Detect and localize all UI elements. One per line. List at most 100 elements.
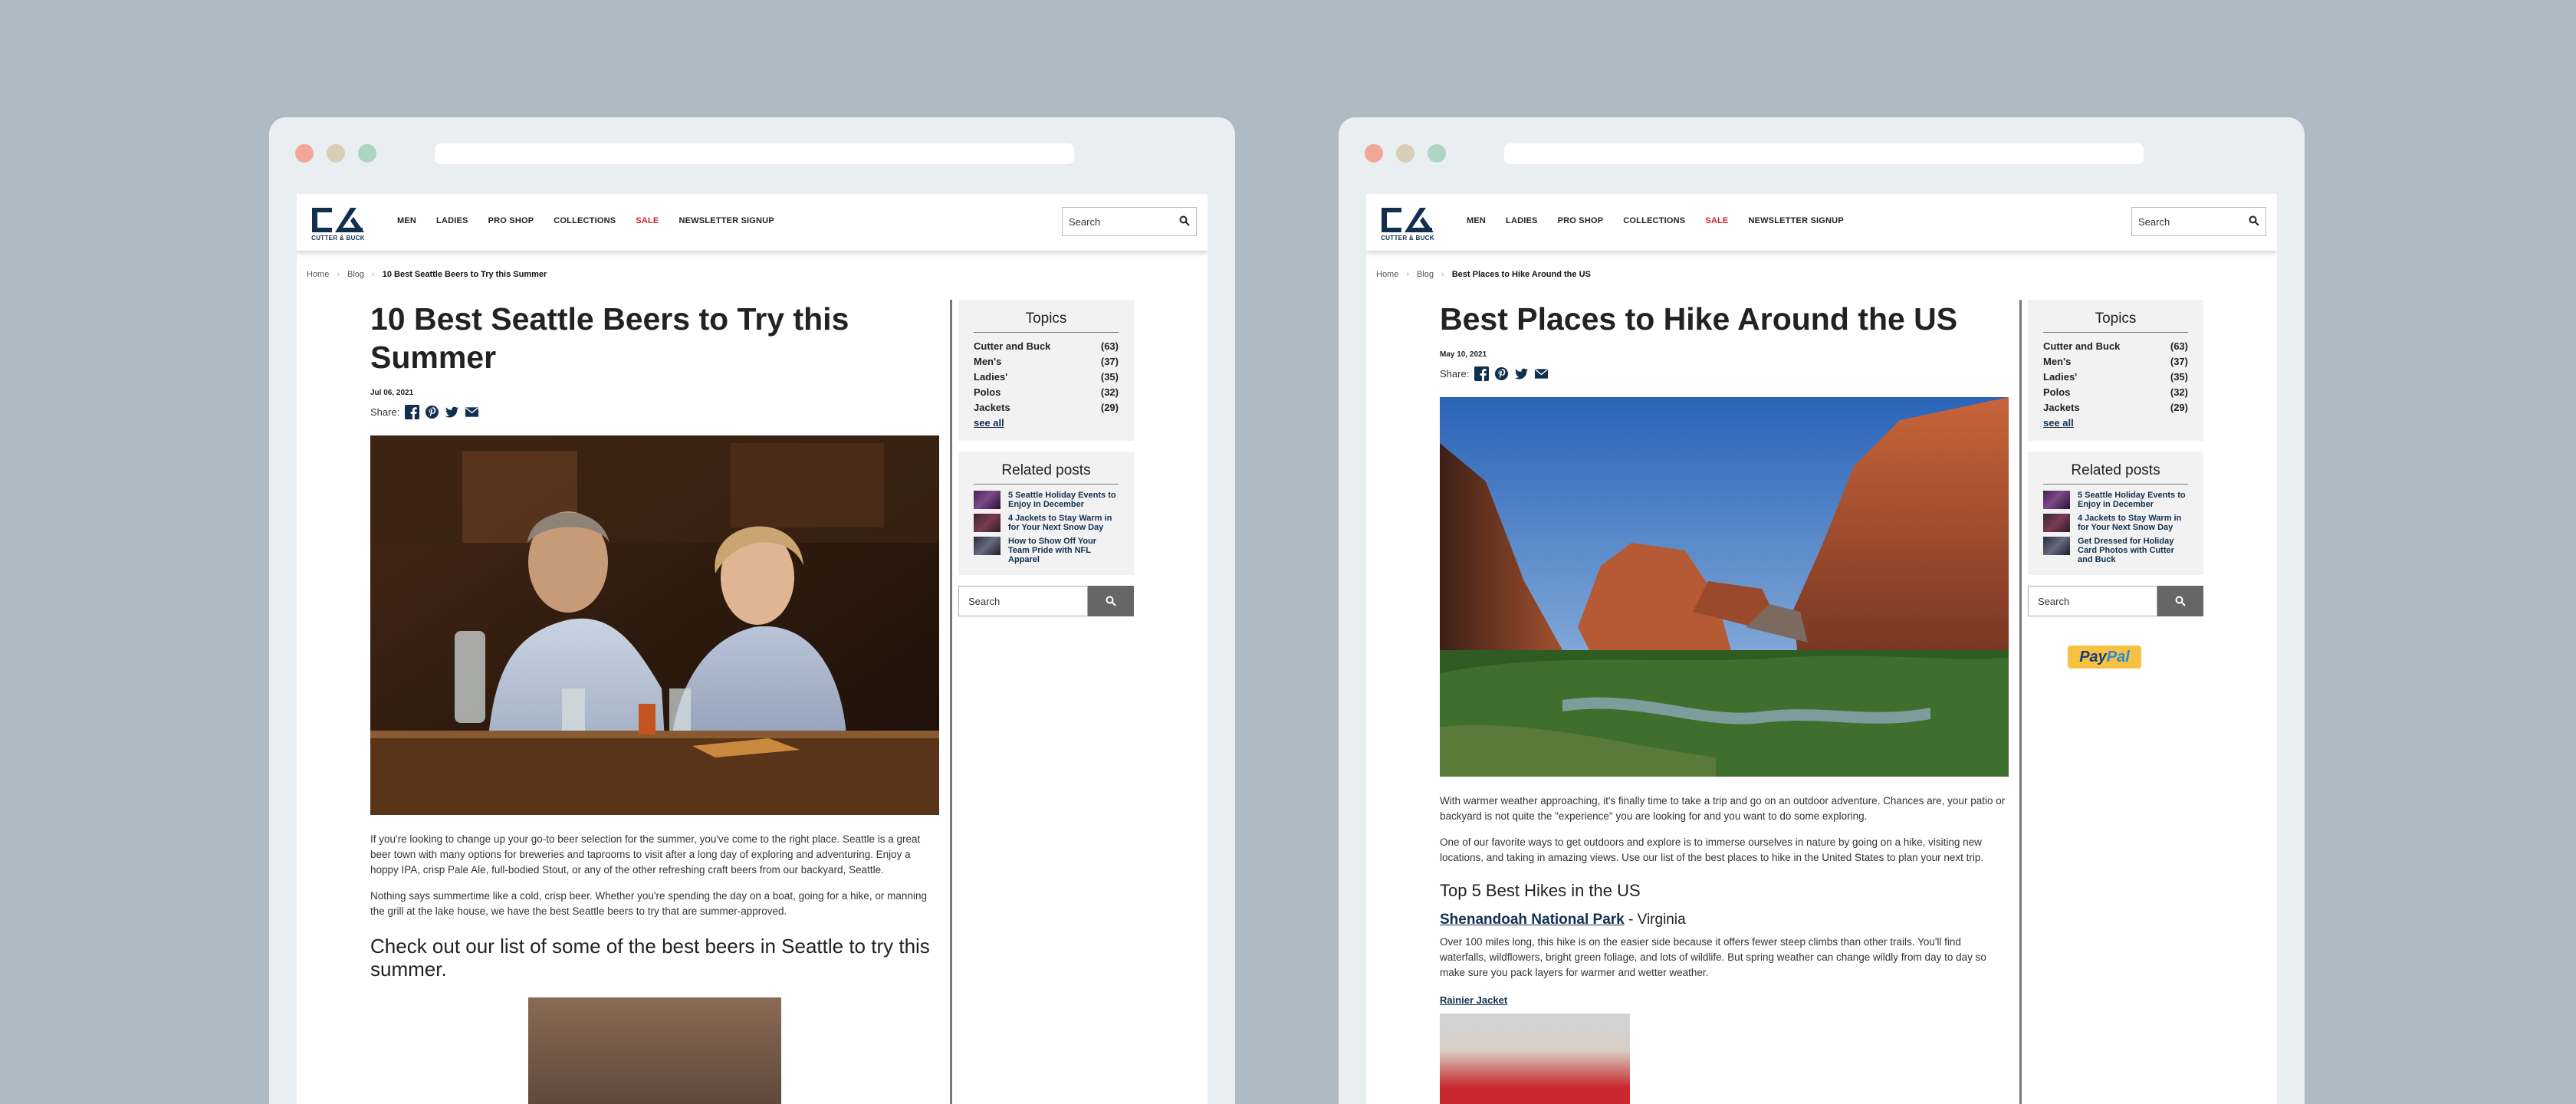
park-link[interactable]: Shenandoah National Park (1440, 912, 1625, 928)
nav-sale[interactable]: SALE (1705, 216, 1728, 225)
breadcrumb-home[interactable]: Home (307, 270, 329, 279)
breadcrumb-blog[interactable]: Blog (1417, 270, 1434, 279)
search-icon (2175, 596, 2186, 606)
park-state: - Virginia (1624, 912, 1686, 928)
breadcrumb-home[interactable]: Home (1376, 270, 1398, 279)
address-bar[interactable] (1504, 143, 2144, 164)
topic-item[interactable]: Jackets (29) (974, 400, 1119, 416)
topic-item[interactable]: Ladies' (35) (2043, 370, 2188, 385)
minimize-dot[interactable] (327, 144, 345, 163)
site-header: CUTTER & BUCK MEN LADIES PRO SHOP COLLEC… (1366, 194, 2277, 251)
sidebar-search-input[interactable]: Search (2028, 586, 2157, 616)
topic-item[interactable]: Cutter and Buck (63) (2043, 339, 2188, 354)
breadcrumb-blog[interactable]: Blog (347, 270, 364, 279)
see-all-link[interactable]: see all (974, 417, 1004, 429)
related-thumbnail (2043, 537, 2070, 555)
breadcrumb-separator: › (337, 270, 340, 279)
pinterest-icon[interactable] (1494, 366, 1509, 381)
nav-ladies[interactable]: LADIES (436, 216, 468, 225)
nav-men[interactable]: MEN (397, 216, 416, 225)
article-subheading: Check out our list of some of the best b… (370, 935, 930, 981)
sidebar-search-input[interactable]: Search (958, 586, 1088, 616)
header-search-input[interactable]: Search (1062, 207, 1197, 236)
product-link[interactable]: Rainier Jacket (1440, 994, 2009, 1006)
nav-pro-shop[interactable]: PRO SHOP (488, 216, 534, 225)
nav-sale[interactable]: SALE (636, 216, 659, 225)
topic-item[interactable]: Polos (32) (974, 385, 1119, 400)
related-post[interactable]: 5 Seattle Holiday Events to Enjoy in Dec… (974, 491, 1119, 509)
search-icon[interactable] (1179, 215, 1190, 226)
minimize-dot[interactable] (1396, 144, 1414, 163)
related-title: Related posts (2043, 462, 2188, 485)
canyon-landscape-photo (1440, 397, 2009, 777)
close-dot[interactable] (1365, 144, 1383, 163)
related-post[interactable]: How to Show Off Your Team Pride with NFL… (974, 537, 1119, 564)
topic-item[interactable]: Ladies' (35) (974, 370, 1119, 385)
share-bar: Share: (370, 405, 939, 419)
header-search-input[interactable]: Search (2131, 207, 2266, 236)
article-paragraph-2: One of our favorite ways to get outdoors… (1440, 836, 1984, 863)
topic-item[interactable]: Polos (32) (2043, 385, 2188, 400)
twitter-icon[interactable] (1514, 366, 1529, 381)
article-date: Jul 06, 2021 (370, 389, 414, 397)
related-post[interactable]: 5 Seattle Holiday Events to Enjoy in Dec… (2043, 491, 2188, 509)
search-icon[interactable] (2249, 215, 2259, 226)
facebook-icon[interactable] (1474, 366, 1490, 381)
window-controls (1365, 144, 1446, 163)
browser-window-right: CUTTER & BUCK MEN LADIES PRO SHOP COLLEC… (1339, 117, 2305, 1104)
close-dot[interactable] (295, 144, 314, 163)
content-divider (950, 300, 952, 1104)
see-all-link[interactable]: see all (2043, 417, 2074, 429)
breadcrumb-separator: › (1441, 270, 1444, 279)
sidebar-search-button[interactable] (1088, 586, 1134, 616)
sidebar-search-button[interactable] (2157, 586, 2203, 616)
topics-title: Topics (974, 310, 1119, 333)
email-icon[interactable] (1534, 366, 1549, 381)
topic-item[interactable]: Cutter and Buck (63) (974, 339, 1119, 354)
sidebar: Topics Cutter and Buck (63) Men's (37) Lad… (958, 300, 1134, 616)
hike-heading: Shenandoah National Park - Virginia (1440, 912, 2009, 928)
article-paragraph-2: Nothing says summertime like a cold, cri… (370, 890, 927, 917)
related-post[interactable]: 4 Jackets to Stay Warm in for Your Next … (2043, 514, 2188, 532)
related-post[interactable]: 4 Jackets to Stay Warm in for Your Next … (974, 514, 1119, 532)
share-bar: Share: (1440, 366, 2009, 381)
nav-newsletter[interactable]: NEWSLETTER SIGNUP (1748, 216, 1843, 225)
logo-mark-icon (312, 208, 364, 232)
facebook-icon[interactable] (405, 405, 420, 419)
nav-collections[interactable]: COLLECTIONS (554, 216, 616, 225)
paypal-button[interactable]: Pay Pal (2068, 646, 2141, 669)
topic-item[interactable]: Jackets (29) (2043, 400, 2188, 416)
article-title: Best Places to Hike Around the US (1440, 301, 1958, 337)
related-title: Related posts (974, 462, 1119, 485)
main-nav: MEN LADIES PRO SHOP COLLECTIONS SALE NEW… (397, 216, 774, 225)
nav-newsletter[interactable]: NEWSLETTER SIGNUP (678, 216, 774, 225)
related-post[interactable]: Get Dressed for Holiday Card Photos with… (2043, 537, 2188, 564)
maximize-dot[interactable] (1428, 144, 1446, 163)
twitter-icon[interactable] (445, 405, 459, 419)
browser-window-left: CUTTER & BUCK MEN LADIES PRO SHOP COLLEC… (269, 117, 1235, 1104)
breadcrumb-current: Best Places to Hike Around the US (1451, 270, 1591, 279)
share-label: Share: (1440, 368, 1470, 380)
nav-ladies[interactable]: LADIES (1506, 216, 1538, 225)
article: 10 Best Seattle Beers to Try this Summer… (370, 300, 939, 1104)
brand-logo[interactable]: CUTTER & BUCK (309, 205, 367, 243)
web-page: CUTTER & BUCK MEN LADIES PRO SHOP COLLEC… (1366, 194, 2277, 1104)
logo-text: CUTTER & BUCK (311, 235, 365, 242)
article-hero-image (1440, 397, 2009, 777)
topic-item[interactable]: Men's (37) (2043, 354, 2188, 370)
article-paragraph-3: Over 100 miles long, this hike is on the… (1440, 936, 1986, 978)
breadcrumb-current: 10 Best Seattle Beers to Try this Summer (382, 270, 547, 279)
breadcrumb-separator: › (1406, 270, 1410, 279)
topic-item[interactable]: Men's (37) (974, 354, 1119, 370)
nav-pro-shop[interactable]: PRO SHOP (1558, 216, 1604, 225)
brand-logo[interactable]: CUTTER & BUCK (1378, 205, 1437, 243)
email-icon[interactable] (465, 405, 479, 419)
article-date: May 10, 2021 (1440, 350, 1487, 359)
address-bar[interactable] (435, 143, 1074, 164)
pinterest-icon[interactable] (425, 405, 439, 419)
nav-collections[interactable]: COLLECTIONS (1623, 216, 1685, 225)
maximize-dot[interactable] (358, 144, 376, 163)
nav-men[interactable]: MEN (1467, 216, 1486, 225)
related-thumbnail (2043, 491, 2070, 509)
site-header: CUTTER & BUCK MEN LADIES PRO SHOP COLLEC… (297, 194, 1208, 251)
